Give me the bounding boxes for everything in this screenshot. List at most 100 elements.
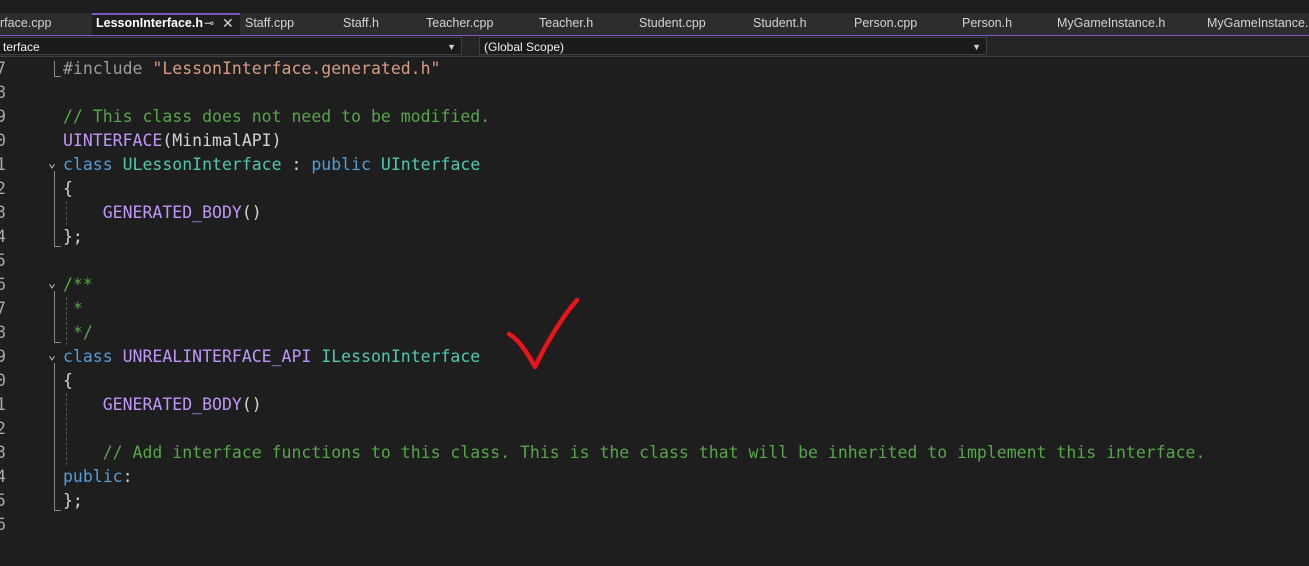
line-number: 5 [0,251,6,270]
tab-teacher-cpp[interactable]: Teacher.cpp [422,13,532,35]
tab-person-h[interactable]: Person.h [958,13,1050,35]
code-line[interactable]: 0{ [0,369,1309,393]
document-tab-strip: rface.cpp LessonInterface.h ⊸ ✕ Staff.cpp Sta… [0,13,1309,37]
code-line[interactable]: 3 GENERATED_BODY() [0,201,1309,225]
scope-guide-line [54,363,55,511]
tab-label: Student.h [753,16,807,30]
indent-guide-line [66,393,67,465]
line-number: 4 [0,227,6,246]
line-number: 7 [0,299,6,318]
member-scope-dropdown[interactable]: (Global Scope) ▼ [479,37,987,55]
navigation-bar: terface ▼ (Global Scope) ▼ [0,36,1309,57]
line-number: 1 [0,155,6,174]
tab-mygameinstance-h[interactable]: MyGameInstance.h [1053,13,1200,35]
tab-label: rface.cpp [0,16,52,30]
code-token: UNREALINTERFACE_API [122,347,322,366]
tab-rface-cpp[interactable]: rface.cpp [0,13,84,35]
pin-icon[interactable]: ⊸ [204,15,214,32]
code-line[interactable]: 1 GENERATED_BODY() [0,393,1309,417]
code-token: class [63,347,123,366]
tab-teacher-h[interactable]: Teacher.h [535,13,632,35]
tab-label: Staff.cpp [245,16,295,30]
code-token: () [241,203,262,222]
code-text: #include "LessonInterface.generated.h" [63,57,441,81]
code-token: (MinimalAPI) [162,131,282,150]
tab-student-h[interactable]: Student.h [749,13,847,35]
code-line[interactable]: 7 * [0,297,1309,321]
code-line[interactable]: 6 ⌄/** [0,273,1309,297]
code-token: UINTERFACE [63,131,163,150]
line-number: 5 [0,491,6,510]
tab-lessoninterface-h[interactable]: LessonInterface.h ⊸ ✕ [92,13,240,35]
line-number: 1 [0,395,6,414]
code-token: // This class does not need to be modifi… [63,107,491,126]
code-text: /** [63,273,93,297]
code-token: : [281,155,312,174]
tab-label: LessonInterface.h [96,16,203,30]
tab-staff-cpp[interactable]: Staff.cpp [241,13,336,35]
code-text: // Add interface functions to this class… [63,441,1206,465]
indent-guide-line [66,201,67,225]
code-text: class UNREALINTERFACE_API ILessonInterfa… [63,345,480,369]
line-number: 3 [0,443,6,462]
line-number: 9 [0,107,6,126]
code-line[interactable]: 9 ⌄ class UNREALINTERFACE_API ILessonInter… [0,345,1309,369]
type-scope-dropdown[interactable]: terface ▼ [0,37,462,55]
scope-guide-end [54,76,61,77]
line-number: 7 [0,59,6,78]
code-line[interactable]: 5}; [0,489,1309,513]
code-line[interactable]: 2{ [0,177,1309,201]
code-text: public: [63,465,133,489]
chevron-down-icon: ▼ [972,42,981,52]
code-text: */ [63,321,93,345]
code-text: class ULessonInterface : public UInterfa… [63,153,480,177]
code-line[interactable]: 7 #include "LessonInterface.generated.h" [0,57,1309,81]
tab-label: Staff.h [343,16,379,30]
code-line[interactable]: 4}; [0,225,1309,249]
scope-guide-line [54,61,55,77]
code-line[interactable]: 4 public: [0,465,1309,489]
code-token: public [311,155,381,174]
chevron-down-icon: ▼ [447,42,456,52]
code-token: }; [63,491,83,510]
line-number: 8 [0,323,6,342]
code-line[interactable]: 8 [0,81,1309,105]
tab-label: Person.cpp [854,16,918,30]
close-icon[interactable]: ✕ [222,15,234,32]
code-text: UINTERFACE(MinimalAPI) [63,129,282,153]
tab-person-cpp[interactable]: Person.cpp [850,13,956,35]
code-token: }; [63,227,83,246]
code-line[interactable]: 5 [0,249,1309,273]
code-line[interactable]: 0 UINTERFACE(MinimalAPI) [0,129,1309,153]
code-line[interactable]: 6 [0,513,1309,537]
tab-student-cpp[interactable]: Student.cpp [635,13,747,35]
code-token: : [122,467,133,486]
code-line[interactable]: 1 ⌄ class ULessonInterface : public UInter… [0,153,1309,177]
line-number: 9 [0,347,6,366]
code-text: { [63,369,73,393]
type-scope-value: terface [3,40,40,54]
code-token: public [63,467,123,486]
tab-staff-h[interactable]: Staff.h [339,13,419,35]
scope-guide-line [54,171,55,247]
line-number: 0 [0,371,6,390]
code-token: class [63,155,123,174]
line-number: 2 [0,179,6,198]
code-token: "LessonInterface.generated.h" [152,59,441,78]
code-line[interactable]: 9 // This class does not need to be modif… [0,105,1309,129]
red-checkmark-annotation [506,297,580,370]
code-text: // This class does not need to be modifi… [63,105,490,129]
line-number: 2 [0,419,6,438]
code-token: GENERATED_BODY [102,395,242,414]
scope-guide-end [54,342,61,343]
line-number: 4 [0,467,6,486]
code-line[interactable]: 2 [0,417,1309,441]
tab-mygameinstance-c[interactable]: MyGameInstance.c [1203,13,1309,35]
tab-label: Person.h [962,16,1013,30]
code-token: () [241,395,262,414]
code-line[interactable]: 8 */ [0,321,1309,345]
scope-guide-end [54,510,61,511]
code-line[interactable]: 3 // Add interface functions to this cla… [0,441,1309,465]
